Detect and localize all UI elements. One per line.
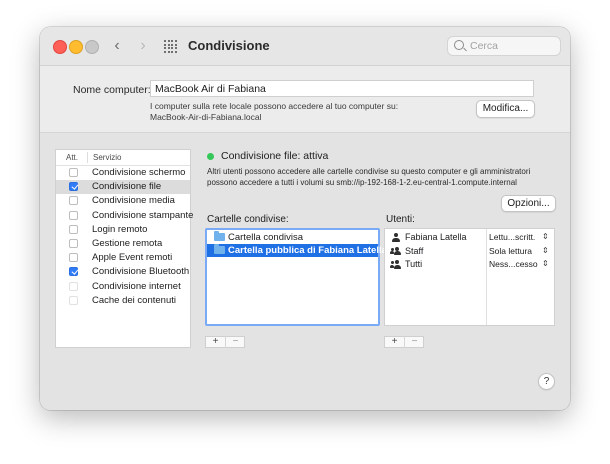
service-row[interactable]: Login remoto xyxy=(56,223,190,237)
user-row[interactable]: Staff Sola lettura ⇕ xyxy=(385,245,554,258)
window-title: Condivisione xyxy=(188,38,270,53)
service-row[interactable]: Apple Event remoti xyxy=(56,251,190,265)
group-icon xyxy=(390,246,401,256)
shared-folders-label: Cartelle condivise: xyxy=(207,214,289,225)
computer-name-info-line1: I computer sulla rete locale possono acc… xyxy=(150,101,399,111)
user-permission-popup[interactable]: Ness...cesso xyxy=(489,259,538,269)
service-row[interactable]: Condivisione schermo xyxy=(56,166,190,180)
service-row[interactable]: Cache dei contenuti xyxy=(56,294,190,308)
popup-arrows-icon: ⇕ xyxy=(542,232,549,241)
service-checkbox[interactable] xyxy=(69,168,78,177)
back-chevron-icon[interactable]: ‹ xyxy=(110,37,124,55)
close-window-button[interactable] xyxy=(53,40,67,54)
service-checkbox[interactable] xyxy=(69,196,78,206)
search-input[interactable] xyxy=(470,39,558,53)
shared-folder-row[interactable]: Cartella condivisa xyxy=(207,231,378,244)
sharing-main-section: Att. Servizio Condivisione schermo Condiv… xyxy=(40,133,570,410)
service-row[interactable]: Condivisione stampante xyxy=(56,209,194,223)
forward-chevron-icon[interactable]: › xyxy=(136,37,150,55)
service-checkbox[interactable] xyxy=(69,239,78,248)
user-permission-popup[interactable]: Lettu...scritt. xyxy=(489,232,535,242)
minimize-window-button[interactable] xyxy=(69,40,83,54)
computer-name-label: Nome computer: xyxy=(73,84,151,96)
file-sharing-description: Altri utenti possono accedere alle carte… xyxy=(207,166,557,188)
description-line2: possono accedere a tutti i volumi su smb… xyxy=(207,178,517,187)
remove-user-button[interactable]: − xyxy=(405,336,424,348)
folder-icon xyxy=(214,231,225,241)
status-indicator-dot xyxy=(207,153,214,160)
column-header-service[interactable]: Servizio xyxy=(93,153,121,162)
service-checkbox[interactable] xyxy=(69,210,78,220)
service-row[interactable]: Condivisione internet xyxy=(56,280,190,294)
users-label: Utenti: xyxy=(386,214,415,225)
service-checkbox[interactable] xyxy=(69,267,78,277)
user-permission-popup[interactable]: Sola lettura xyxy=(489,246,532,256)
search-icon xyxy=(454,40,464,50)
service-label: Login remoto xyxy=(92,223,148,235)
users-list: Fabiana Latella Lettu...scritt. ⇕ Staff Sola… xyxy=(384,228,555,326)
title-bar: ‹ › Condivisione xyxy=(40,27,570,66)
description-line1: Altri utenti possono accedere alle carte… xyxy=(207,167,531,176)
add-user-button[interactable]: + xyxy=(385,336,405,348)
add-shared-folder-button[interactable]: + xyxy=(206,336,226,348)
service-label: Condivisione schermo xyxy=(92,167,186,178)
zoom-window-button[interactable] xyxy=(85,40,99,54)
service-row[interactable]: Condivisione file xyxy=(56,180,190,195)
shared-folder-label: Cartella pubblica di Fabiana Latella xyxy=(228,244,387,256)
shared-folder-row[interactable]: Cartella pubblica di Fabiana Latella xyxy=(207,244,387,257)
service-checkbox[interactable] xyxy=(69,224,78,234)
service-label: Condivisione internet xyxy=(92,280,181,292)
computer-name-local-address: MacBook-Air-di-Fabiana.local xyxy=(150,112,262,122)
service-checkbox xyxy=(69,281,78,291)
service-label: Apple Event remoti xyxy=(92,252,173,264)
service-row[interactable]: Gestione remota xyxy=(56,237,190,251)
users-add-remove: + − xyxy=(384,336,424,348)
service-row[interactable]: Condivisione media xyxy=(56,194,190,208)
options-button[interactable]: Opzioni... xyxy=(501,195,556,212)
remove-shared-folder-button[interactable]: − xyxy=(226,336,245,348)
user-icon xyxy=(391,233,401,242)
column-header-on[interactable]: Att. xyxy=(66,153,78,162)
shared-folders-list: Cartella condivisa Cartella pubblica di F… xyxy=(205,228,387,326)
computer-name-info: I computer sulla rete locale possono acc… xyxy=(150,101,398,123)
shared-folder-label: Cartella condivisa xyxy=(228,231,303,243)
group-icon xyxy=(390,260,401,269)
user-row[interactable]: Tutti Ness...cesso ⇕ xyxy=(385,258,554,271)
user-row[interactable]: Fabiana Latella Lettu...scritt. ⇕ xyxy=(385,231,554,244)
shared-folders-add-remove: + − xyxy=(205,336,245,348)
service-label: Cache dei contenuti xyxy=(92,294,176,306)
help-button[interactable]: ? xyxy=(538,373,555,390)
service-checkbox xyxy=(69,295,78,305)
system-preferences-window: ‹ › Condivisione Nome computer: MacBook … xyxy=(40,27,570,410)
services-list: Att. Servizio Condivisione schermo Condiv… xyxy=(55,149,194,348)
file-sharing-status: Condivisione file: attiva xyxy=(221,150,329,162)
service-label: Condivisione media xyxy=(92,195,175,207)
service-checkbox[interactable] xyxy=(69,253,78,263)
services-list-header: Att. Servizio xyxy=(56,150,190,166)
user-name: Staff xyxy=(405,245,424,256)
popup-arrows-icon: ⇕ xyxy=(542,245,549,255)
search-field[interactable] xyxy=(447,36,561,56)
service-row[interactable]: Condivisione Bluetooth xyxy=(56,265,190,279)
user-name: Fabiana Latella xyxy=(405,232,467,242)
computer-name-field[interactable]: MacBook Air di Fabiana xyxy=(150,80,534,97)
computer-name-section: Nome computer: MacBook Air di Fabiana I … xyxy=(40,66,570,133)
user-name: Tutti xyxy=(405,259,423,269)
popup-arrows-icon: ⇕ xyxy=(542,259,549,268)
show-all-grid-icon[interactable] xyxy=(164,40,177,53)
service-label: Condivisione file xyxy=(92,181,162,193)
service-label: Gestione remota xyxy=(92,238,163,249)
edit-computer-name-button[interactable]: Modifica... xyxy=(476,100,535,118)
service-label: Condivisione Bluetooth xyxy=(92,266,190,278)
service-label: Condivisione stampante xyxy=(92,209,194,221)
service-checkbox[interactable] xyxy=(69,182,78,192)
folder-icon xyxy=(214,244,225,254)
